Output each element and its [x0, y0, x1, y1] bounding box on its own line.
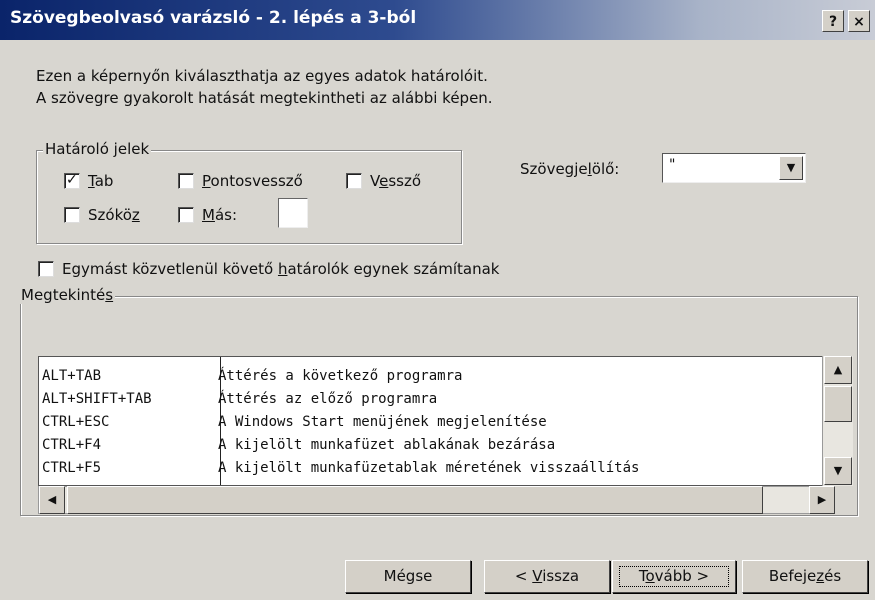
tab-checkbox-box[interactable]: ✓ — [64, 173, 80, 189]
consecutive-delimiters-checkbox[interactable]: Egymást közvetlenül követő határolók egy… — [38, 260, 499, 278]
cancel-button[interactable]: Mégse — [345, 560, 471, 593]
comma-checkbox[interactable]: Vessző — [346, 172, 421, 190]
space-checkbox-box[interactable] — [64, 207, 80, 223]
preview-cell-desc: A Windows Start menüjének megjelenítése — [218, 414, 547, 430]
horizontal-scroll-thumb[interactable] — [67, 486, 763, 514]
comma-checkbox-label: Vessző — [370, 172, 422, 190]
text-qualifier-dropdown-button[interactable]: ▼ — [779, 156, 803, 180]
arrow-left-icon: ◀ — [47, 493, 57, 506]
finish-button[interactable]: Befejezés — [742, 560, 868, 593]
checkmark-icon: ✓ — [66, 172, 78, 188]
scroll-thumb[interactable] — [824, 386, 852, 422]
preview-cell-key: CTRL+F5 — [42, 460, 102, 476]
title-bar[interactable]: Szövegbeolvasó varázsló - 2. lépés a 3-b… — [0, 0, 875, 40]
help-icon: ? — [828, 14, 838, 30]
scroll-left-button[interactable]: ◀ — [39, 486, 65, 514]
back-button[interactable]: < Vissza — [484, 560, 610, 593]
other-checkbox[interactable]: Más: — [178, 206, 237, 224]
space-checkbox[interactable]: Szóköz — [64, 206, 140, 224]
chevron-down-icon: ▼ — [786, 161, 796, 174]
intro-line-2: A szövegre gyakorolt hatását megtekinthe… — [36, 89, 493, 107]
intro-text: Ezen a képernyőn kiválaszthatja az egyes… — [36, 65, 493, 109]
preview-cell-key: ALT+TAB — [42, 368, 102, 384]
focus-rectangle — [619, 566, 729, 587]
consecutive-delimiters-label: Egymást közvetlenül követő határolók egy… — [62, 260, 500, 278]
tab-checkbox-label: Tab — [88, 172, 114, 190]
preview-cell-desc: Áttérés az előző programra — [218, 391, 438, 407]
delimiters-group-label: Határoló jelek — [43, 140, 152, 158]
semicolon-checkbox-label: Pontosvessző — [202, 172, 303, 190]
other-checkbox-label: Más: — [202, 206, 238, 224]
semicolon-checkbox[interactable]: Pontosvessző — [178, 172, 303, 190]
data-preview[interactable]: ALT+TAB Áttérés a következő programra AL… — [38, 356, 852, 486]
preview-cell-key: ALT+SHIFT+TAB — [42, 391, 152, 407]
tab-checkbox[interactable]: ✓ Tab — [64, 172, 113, 190]
close-icon: × — [853, 14, 865, 30]
next-button[interactable]: Tovább > — [612, 560, 736, 593]
text-qualifier-select[interactable]: " ▼ — [662, 153, 806, 183]
vertical-scrollbar[interactable]: ▲ ▼ — [822, 356, 853, 486]
other-delimiter-input[interactable] — [278, 198, 308, 228]
text-import-wizard-dialog: Szövegbeolvasó varázsló - 2. lépés a 3-b… — [0, 0, 875, 600]
horizontal-scrollbar[interactable]: ◀ ▶ — [38, 486, 835, 514]
scroll-up-button[interactable]: ▲ — [824, 356, 852, 384]
preview-group-label: Megtekintés — [19, 286, 116, 304]
help-button[interactable]: ? — [822, 10, 844, 32]
semicolon-checkbox-box[interactable] — [178, 173, 194, 189]
preview-cell-desc: A kijelölt munkafüzet ablakának bezárása — [218, 437, 556, 453]
text-qualifier-label: Szövegjelölő: — [520, 160, 620, 178]
scroll-right-button[interactable]: ▶ — [809, 486, 835, 514]
arrow-down-icon: ▼ — [833, 464, 843, 477]
text-qualifier-value: " — [669, 157, 676, 173]
space-checkbox-label: Szóköz — [88, 206, 140, 224]
preview-cell-desc: Áttérés a következő programra — [218, 368, 463, 384]
arrow-up-icon: ▲ — [833, 363, 843, 376]
window-title: Szövegbeolvasó varázsló - 2. lépés a 3-b… — [10, 8, 417, 28]
preview-cell-key: CTRL+F4 — [42, 437, 102, 453]
intro-line-1: Ezen a képernyőn kiválaszthatja az egyes… — [36, 67, 488, 85]
arrow-right-icon: ▶ — [817, 493, 827, 506]
scroll-down-button[interactable]: ▼ — [824, 457, 852, 485]
delimiters-group: Határoló jelek — [36, 140, 462, 244]
preview-cell-desc: A kijelölt munkafüzetablak méretének vis… — [218, 460, 640, 476]
other-checkbox-box[interactable] — [178, 207, 194, 223]
comma-checkbox-box[interactable] — [346, 173, 362, 189]
consecutive-delimiters-box[interactable] — [38, 261, 54, 277]
preview-cell-key: CTRL+ESC — [42, 414, 110, 430]
close-button[interactable]: × — [848, 10, 870, 32]
